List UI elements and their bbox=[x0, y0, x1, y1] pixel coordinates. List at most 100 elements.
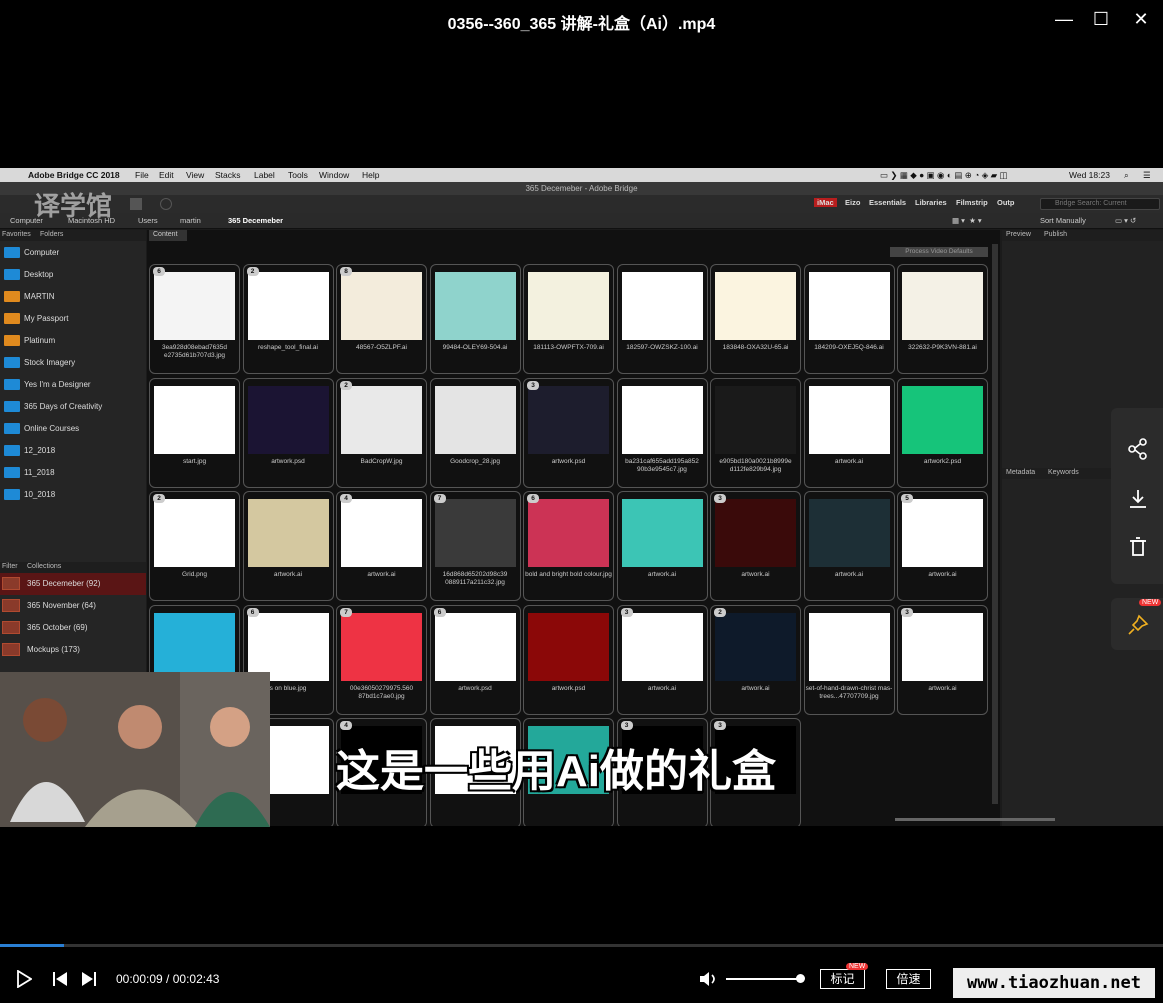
stack-count-badge[interactable]: 2 bbox=[714, 607, 726, 617]
process-video-button[interactable]: Process Video Defaults bbox=[890, 247, 988, 257]
thumbnail-item[interactable]: ba231caf655add195a852 90b3e9545c7.jpg bbox=[616, 377, 708, 488]
stack-count-badge[interactable]: 4 bbox=[340, 721, 352, 730]
app-name[interactable]: Adobe Bridge CC 2018 bbox=[28, 170, 120, 180]
workspace-imac[interactable]: iMac bbox=[814, 198, 837, 207]
thumbnail-item[interactable]: artwork2.psd bbox=[897, 377, 988, 488]
collection-item[interactable]: 365 October (69) bbox=[0, 617, 146, 639]
thumbnail-item[interactable]: 7 00e36050279975.560 87bd1c7ae0.jpg bbox=[336, 604, 427, 715]
tab-publish[interactable]: Publish bbox=[1044, 231, 1067, 238]
favorite-item[interactable]: Online Courses bbox=[0, 418, 146, 440]
tab-folders[interactable]: Folders bbox=[40, 231, 63, 238]
favorite-item[interactable]: 12_2018 bbox=[0, 440, 146, 462]
speed-button[interactable]: 倍速 bbox=[886, 969, 931, 989]
workspace-filmstrip[interactable]: Filmstrip bbox=[956, 198, 988, 207]
thumbnail-item[interactable]: 182597-OWZSKZ-100.ai bbox=[616, 264, 708, 374]
thumbnail-item[interactable]: artwork.psd bbox=[242, 377, 334, 488]
stack-count-badge[interactable]: 8 bbox=[340, 267, 352, 276]
thumbnail-item[interactable]: 184209-OXEJ5Q-846.ai bbox=[803, 264, 895, 374]
stack-count-badge[interactable]: 3 bbox=[901, 607, 913, 617]
menu-help[interactable]: Help bbox=[362, 170, 379, 180]
thumbnail-item[interactable]: artwork.ai bbox=[616, 491, 708, 601]
tab-metadata[interactable]: Metadata bbox=[1006, 469, 1035, 476]
stack-count-badge[interactable]: 2 bbox=[246, 267, 259, 276]
favorite-item[interactable]: Computer bbox=[0, 242, 146, 264]
thumbnail-item[interactable]: 2 artwork.ai bbox=[710, 604, 801, 715]
stack-count-badge[interactable]: 3 bbox=[620, 721, 633, 730]
bridge-search-input[interactable]: Bridge Search: Current bbox=[1040, 198, 1160, 210]
thumbnail-item[interactable]: 3 artwork.ai bbox=[710, 491, 801, 601]
menu-stacks[interactable]: Stacks bbox=[215, 170, 241, 180]
stack-count-badge[interactable]: 6 bbox=[153, 267, 165, 276]
stack-count-badge[interactable]: 6 bbox=[527, 494, 539, 503]
breadcrumb-martin[interactable]: martin bbox=[180, 216, 201, 225]
stack-count-badge[interactable]: 3 bbox=[714, 721, 726, 730]
thumbnail-size-slider[interactable] bbox=[895, 818, 1055, 821]
tab-preview[interactable]: Preview bbox=[1006, 231, 1031, 238]
view-options-icon[interactable]: ▦ ▾ ★ ▾ bbox=[952, 216, 982, 225]
previous-icon[interactable] bbox=[52, 971, 70, 987]
thumbnail-item[interactable]: artwork.ai bbox=[242, 491, 334, 601]
volume-icon[interactable] bbox=[698, 970, 720, 988]
favorite-item[interactable]: Platinum bbox=[0, 330, 146, 352]
favorite-item[interactable]: Desktop bbox=[0, 264, 146, 286]
stack-count-badge[interactable]: 3 bbox=[527, 380, 539, 390]
mark-button[interactable]: 标记 bbox=[820, 969, 865, 989]
thumbnail-item[interactable]: 3 artwork.ai bbox=[897, 604, 988, 715]
sort-dropdown[interactable]: Sort Manually bbox=[1040, 216, 1086, 225]
thumbnail-item[interactable]: artwork.ai bbox=[803, 491, 895, 601]
new-folder-icon[interactable]: ▭ ▾ ↺ bbox=[1115, 216, 1136, 225]
workspace-output[interactable]: Outp bbox=[997, 198, 1015, 207]
stack-count-badge[interactable]: 2 bbox=[340, 380, 352, 390]
tab-favorites[interactable]: Favorites bbox=[2, 231, 31, 238]
thumbnail-item[interactable]: 183848-OXA32U-65.ai bbox=[710, 264, 801, 374]
workspace-essentials[interactable]: Essentials bbox=[869, 198, 906, 207]
thumbnail-item[interactable]: 8 48567-O5ZLPF.ai bbox=[336, 264, 427, 374]
menu-label[interactable]: Label bbox=[254, 170, 275, 180]
stack-count-badge[interactable]: 3 bbox=[714, 494, 726, 503]
thumbnail-item[interactable]: Goodcrop_28.jpg bbox=[429, 377, 521, 488]
tab-filter[interactable]: Filter bbox=[2, 563, 18, 570]
thumbnail-item[interactable]: 6 bold and bright bold colour.jpg bbox=[523, 491, 614, 601]
stack-count-badge[interactable]: 6 bbox=[246, 607, 259, 617]
workspace-libraries[interactable]: Libraries bbox=[915, 198, 947, 207]
menu-list-icon[interactable]: ☰ bbox=[1143, 170, 1151, 181]
maximize-button[interactable]: ☐ bbox=[1090, 8, 1112, 30]
pin-button[interactable]: NEW bbox=[1111, 598, 1163, 650]
thumbnail-item[interactable]: 6 artwork.psd bbox=[429, 604, 521, 715]
thumbnail-item[interactable]: 3 artwork.psd bbox=[523, 377, 614, 488]
stack-count-badge[interactable]: 6 bbox=[433, 607, 446, 617]
favorite-item[interactable]: 365 Days of Creativity bbox=[0, 396, 146, 418]
stack-count-badge[interactable]: 7 bbox=[340, 607, 352, 617]
next-icon[interactable] bbox=[80, 971, 98, 987]
favorite-item[interactable]: MARTIN bbox=[0, 286, 146, 308]
menu-file[interactable]: File bbox=[135, 170, 149, 180]
thumbnail-item[interactable]: 181113-OWPFTX-709.ai bbox=[523, 264, 614, 374]
progress-bar[interactable] bbox=[0, 944, 1163, 947]
thumbnail-item[interactable]: artwork.ai bbox=[803, 377, 895, 488]
rotate-icon[interactable] bbox=[160, 198, 172, 210]
stack-count-badge[interactable]: 7 bbox=[433, 494, 446, 503]
spotlight-icon[interactable]: ⌕ bbox=[1124, 170, 1129, 181]
favorite-item[interactable]: Yes I'm a Designer bbox=[0, 374, 146, 396]
thumbnail-item[interactable]: 2 reshape_tool_final.ai bbox=[242, 264, 334, 374]
tab-content[interactable]: Content bbox=[149, 230, 187, 241]
collection-item[interactable]: 365 November (64) bbox=[0, 595, 146, 617]
thumbnail-item[interactable]: 5 artwork.ai bbox=[897, 491, 988, 601]
favorite-item[interactable]: 10_2018 bbox=[0, 484, 146, 506]
tab-collections[interactable]: Collections bbox=[27, 563, 61, 570]
stack-count-badge[interactable]: 2 bbox=[153, 494, 165, 503]
tab-keywords[interactable]: Keywords bbox=[1048, 469, 1079, 476]
thumbnail-item[interactable]: 6 3ea928d08ebad7635d e2735d61b707d3.jpg bbox=[149, 264, 240, 374]
favorite-item[interactable]: 11_2018 bbox=[0, 462, 146, 484]
menu-window[interactable]: Window bbox=[319, 170, 349, 180]
collection-item[interactable]: Mockups (173) bbox=[0, 639, 146, 661]
thumbnail-item[interactable]: 2 BadCropW.jpg bbox=[336, 377, 427, 488]
thumbnail-item[interactable]: artwork.psd bbox=[523, 604, 614, 715]
play-icon[interactable] bbox=[16, 970, 32, 988]
trash-icon[interactable] bbox=[1127, 536, 1149, 558]
volume-slider[interactable] bbox=[726, 978, 802, 980]
workspace-eizo[interactable]: Eizo bbox=[845, 198, 860, 207]
thumbnail-item[interactable]: 99484-OLEY69-504.ai bbox=[429, 264, 521, 374]
thumbnail-item[interactable]: set-of-hand-drawn-christ mas-trees...477… bbox=[803, 604, 895, 715]
share-icon[interactable] bbox=[1127, 438, 1149, 460]
